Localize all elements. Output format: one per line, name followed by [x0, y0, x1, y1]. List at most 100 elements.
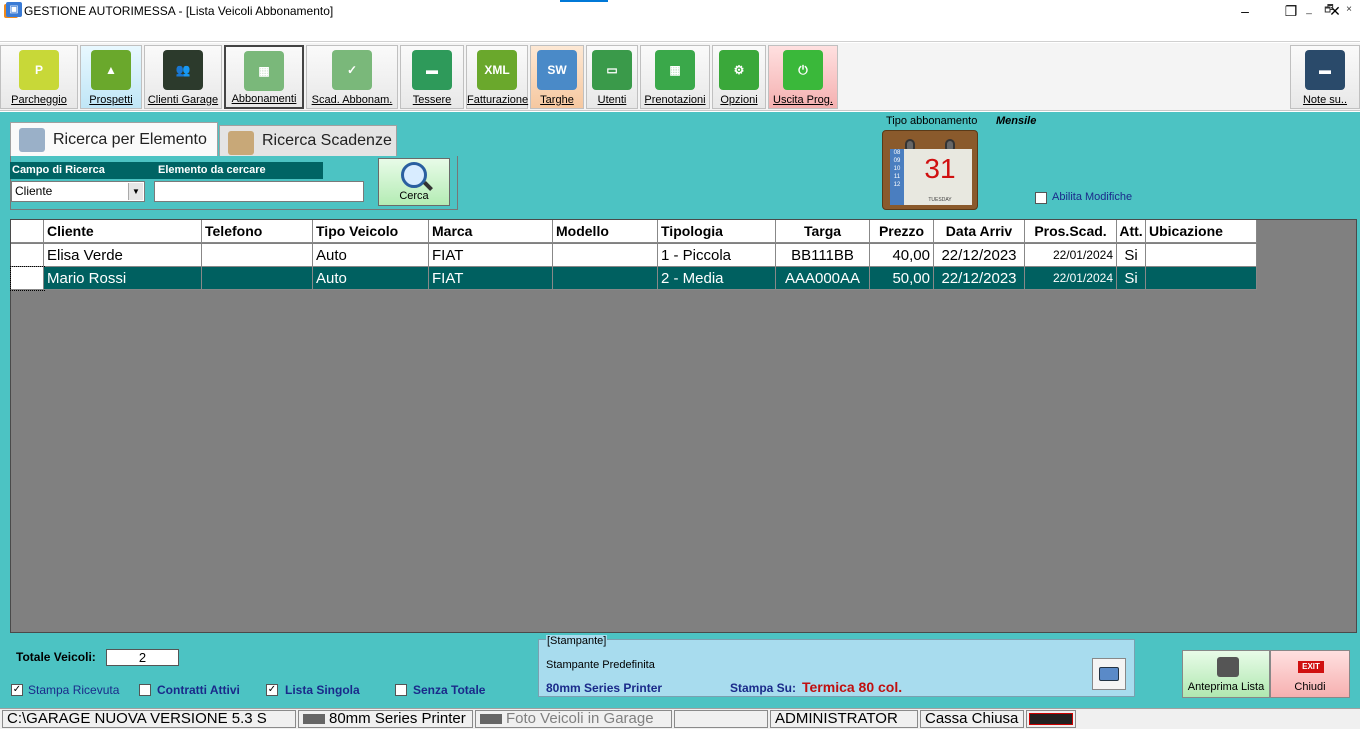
table-cell[interactable]: FIAT — [429, 244, 553, 267]
table-cell[interactable]: 50,00 — [870, 267, 934, 290]
table-cell[interactable] — [202, 244, 313, 267]
title-accent — [560, 0, 608, 2]
toolbar-button-opzioni[interactable]: ⚙ Opzioni — [712, 45, 766, 109]
toolbar-button-abbonamenti[interactable]: ▦ Abbonamenti — [224, 45, 304, 109]
toolbar-button-label: Tessere — [412, 94, 452, 106]
toolbar-button-fatturazione[interactable]: XML Fatturazione — [466, 45, 528, 109]
tipo-abbonamento-label: Tipo abbonamento — [886, 115, 978, 127]
column-header[interactable]: Tipo Veicolo — [313, 220, 429, 243]
toolbar-button-clienti-garage[interactable]: 👥 Clienti Garage — [144, 45, 222, 109]
toolbar-button-scad-abbonam[interactable]: ✓ Scad. Abbonam. — [306, 45, 398, 109]
child-window-icon[interactable]: ▣ — [6, 2, 22, 17]
row-selector-header[interactable] — [11, 220, 44, 243]
column-header[interactable]: Modello — [553, 220, 658, 243]
table-cell[interactable]: 40,00 — [870, 244, 934, 267]
row-selector[interactable] — [11, 244, 44, 267]
parking-icon: P — [19, 50, 59, 90]
table-cell[interactable]: 22/01/2024 — [1025, 267, 1117, 290]
lista-singola-checkbox[interactable]: ✓ — [266, 684, 278, 696]
status-printer: 80mm Series Printer — [298, 710, 473, 728]
column-header[interactable]: Marca — [429, 220, 553, 243]
table-cell[interactable]: 2 - Media — [658, 267, 776, 290]
status-cassa: Cassa Chiusa — [920, 710, 1024, 728]
plates-icon: SW — [537, 50, 577, 90]
chevron-down-icon[interactable]: ▼ — [128, 183, 143, 200]
stampa-su-value: Termica 80 col. — [802, 679, 903, 695]
column-header[interactable]: Ubicazione — [1146, 220, 1257, 243]
campo-select[interactable]: Cliente ▼ — [11, 181, 145, 202]
table-cell[interactable]: AAA000AA — [776, 267, 870, 290]
lista-singola-label: Lista Singola — [285, 683, 360, 697]
calendar-check-icon: ✓ — [332, 50, 372, 90]
mdi-bar — [0, 22, 1360, 42]
table-cell[interactable]: 22/12/2023 — [934, 244, 1025, 267]
table-cell[interactable] — [1146, 267, 1257, 290]
toolbar-button-label: Fatturazione — [467, 94, 529, 106]
anteprima-lista-label: Anteprima Lista — [1187, 681, 1265, 693]
mdi-minimize-button[interactable]: _ — [1300, 3, 1318, 17]
table-cell[interactable] — [553, 267, 658, 290]
search-add-icon — [19, 128, 45, 152]
column-header[interactable]: Att. — [1117, 220, 1146, 243]
chiudi-button[interactable]: EXIT Chiudi — [1270, 650, 1350, 698]
table-cell[interactable]: 22/01/2024 — [1025, 244, 1117, 267]
abilita-modifiche-checkbox[interactable] — [1035, 192, 1047, 204]
vehicles-grid[interactable]: Cliente Telefono Tipo Veicolo Marca Modello T… — [10, 219, 1357, 633]
toolbar-button-prenotazioni[interactable]: ▦ Prenotazioni — [640, 45, 710, 109]
row-selector[interactable] — [10, 266, 45, 291]
printer-icon — [1217, 657, 1239, 677]
table-cell[interactable] — [202, 267, 313, 290]
printer-name: 80mm Series Printer — [546, 681, 663, 695]
table-cell[interactable]: Mario Rossi — [44, 267, 202, 290]
campo-select-value: Cliente — [15, 184, 53, 198]
table-cell[interactable]: Auto — [313, 244, 429, 267]
cerca-button[interactable]: Cerca — [378, 158, 450, 206]
column-header[interactable]: Pros.Scad. — [1025, 220, 1117, 243]
table-cell[interactable]: Auto — [313, 267, 429, 290]
column-header[interactable]: Tipologia — [658, 220, 776, 243]
table-cell[interactable]: Si — [1117, 244, 1146, 267]
table-cell[interactable] — [1146, 244, 1257, 267]
toolbar-button-label: Targhe — [540, 94, 574, 106]
column-header[interactable]: Cliente — [44, 220, 202, 243]
contratti-attivi-label: Contratti Attivi — [157, 683, 240, 697]
toolbar-button-uscita-prog[interactable]: ⏻ Uscita Prog. — [768, 45, 838, 109]
anteprima-lista-button[interactable]: Anteprima Lista — [1182, 650, 1270, 698]
tab-ricerca-scadenze[interactable]: Ricerca Scadenze — [219, 125, 397, 156]
column-header[interactable]: Data Arriv — [934, 220, 1025, 243]
toolbar-button-utenti[interactable]: ▭ Utenti — [586, 45, 638, 109]
toolbar-button-parcheggio[interactable]: P Parcheggio — [0, 45, 78, 109]
stampa-ricevuta-checkbox[interactable]: ✓ — [11, 684, 23, 696]
toolbar-button-targhe[interactable]: SW Targhe — [530, 45, 584, 109]
contratti-attivi-checkbox[interactable] — [139, 684, 151, 696]
toolbar-button-label: Abbonamenti — [231, 93, 297, 105]
toolbar-button-note-su[interactable]: ▬ Note su.. — [1290, 45, 1360, 109]
toolbar-button-tessere[interactable]: ▬ Tessere — [400, 45, 464, 109]
window-title: GESTIONE AUTORIMESSA - [Lista Veicoli Ab… — [24, 4, 334, 18]
stampa-su-label: Stampa Su: — [730, 681, 797, 695]
status-path: C:\GARAGE NUOVA VERSIONE 5.3 S — [2, 710, 296, 728]
table-cell[interactable] — [553, 244, 658, 267]
senza-totale-checkbox[interactable] — [395, 684, 407, 696]
column-header[interactable]: Targa — [776, 220, 870, 243]
printer-select-button[interactable] — [1092, 658, 1126, 690]
mdi-restore-button[interactable]: 🗗 — [1320, 3, 1338, 17]
table-cell[interactable]: BB111BB — [776, 244, 870, 267]
column-header[interactable]: Telefono — [202, 220, 313, 243]
elemento-input[interactable] — [154, 181, 364, 202]
column-header[interactable]: Prezzo — [870, 220, 934, 243]
table-cell[interactable]: Elisa Verde — [44, 244, 202, 267]
tab-ricerca-elemento[interactable]: Ricerca per Elemento — [10, 122, 218, 156]
table-cell[interactable]: FIAT — [429, 267, 553, 290]
toolbar-button-prospetti[interactable]: ▲ Prospetti — [80, 45, 142, 109]
mdi-close-button[interactable]: × — [1340, 3, 1358, 17]
table-cell[interactable]: Si — [1117, 267, 1146, 290]
exit-icon: EXIT — [1298, 661, 1324, 673]
minimize-button[interactable]: – — [1222, 0, 1268, 22]
cash-register-icon — [1029, 713, 1073, 725]
table-cell[interactable]: 22/12/2023 — [934, 267, 1025, 290]
booking-calendar-icon: ▦ — [655, 50, 695, 90]
garage-photo-icon: ▬ — [1305, 50, 1345, 90]
toolbar-button-label: Parcheggio — [11, 94, 67, 106]
table-cell[interactable]: 1 - Piccola — [658, 244, 776, 267]
